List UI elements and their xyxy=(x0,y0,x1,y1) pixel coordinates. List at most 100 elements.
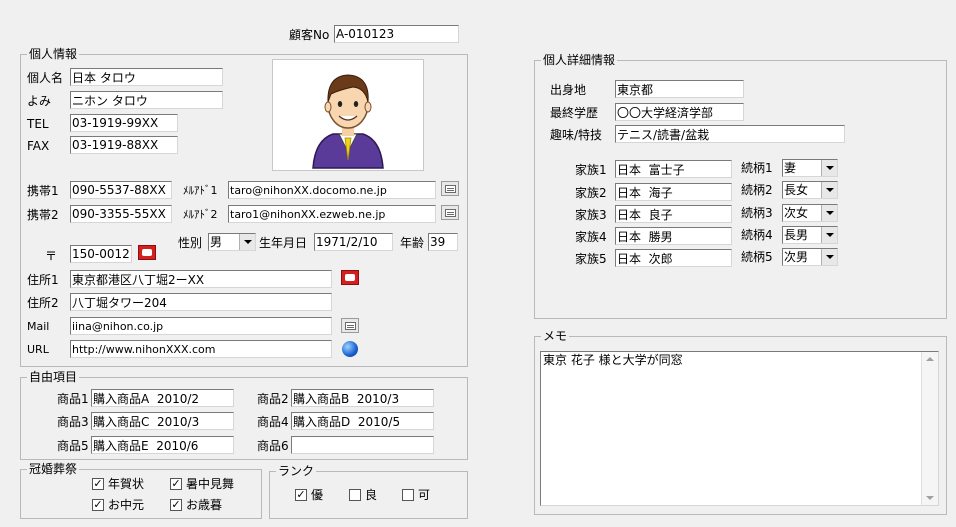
family3-field[interactable] xyxy=(615,205,732,223)
relation2-label: 続柄2 xyxy=(741,183,773,197)
customer-no-field[interactable] xyxy=(334,25,459,43)
mail1-send-button[interactable] xyxy=(441,181,459,196)
oseibo-checkbox[interactable]: ✓ お歳暮 xyxy=(170,497,222,513)
product3-field[interactable] xyxy=(91,412,234,430)
memo-textarea[interactable]: 東京 花子 様と大学が同窓 xyxy=(540,351,939,506)
rank-excellent-checkbox[interactable]: ✓ 優 xyxy=(295,487,323,503)
addr2-label: 住所2 xyxy=(27,296,59,310)
free-items-legend: 自由項目 xyxy=(29,370,78,384)
ochugen-checkbox[interactable]: ✓ お中元 xyxy=(92,497,144,513)
family2-label: 家族2 xyxy=(575,186,607,200)
product1-field[interactable] xyxy=(91,389,234,407)
url-label: URL xyxy=(27,343,49,356)
email-field[interactable] xyxy=(70,317,332,335)
shochu-mimai-checkbox[interactable]: ✓ 暑中見舞 xyxy=(170,476,234,492)
mobile1-field[interactable] xyxy=(70,181,172,199)
relation3-select[interactable]: 次女 xyxy=(782,204,838,222)
rank-legend: ランク xyxy=(278,464,315,478)
fax-label: FAX xyxy=(27,139,50,153)
zip-search-button[interactable] xyxy=(138,245,156,260)
product2-field[interactable] xyxy=(291,389,434,407)
mail1-field[interactable] xyxy=(228,181,436,199)
addr2-field[interactable] xyxy=(70,293,332,311)
addr1-label: 住所1 xyxy=(27,273,59,287)
addr1-field[interactable] xyxy=(70,270,332,288)
mail-icon xyxy=(444,208,456,217)
zip-field[interactable] xyxy=(70,245,132,263)
scroll-down-icon[interactable] xyxy=(926,496,934,500)
rank-fair-checkbox[interactable]: 可 xyxy=(402,487,430,503)
mail1-label: ﾒﾙｱﾄﾞ1 xyxy=(183,184,218,197)
product4-label: 商品4 xyxy=(257,415,289,429)
relation2-select[interactable]: 長女 xyxy=(782,181,838,199)
chevron-down-icon[interactable] xyxy=(821,160,837,176)
url-field[interactable] xyxy=(70,340,332,358)
yomi-field[interactable] xyxy=(70,91,223,109)
nengajo-checkbox[interactable]: ✓ 年賀状 xyxy=(92,476,144,492)
rank-good-checkbox[interactable]: 良 xyxy=(349,487,377,503)
chevron-down-icon[interactable] xyxy=(239,234,255,250)
mail2-send-button[interactable] xyxy=(441,205,459,220)
birth-field[interactable] xyxy=(314,233,393,251)
chevron-down-icon[interactable] xyxy=(821,205,837,221)
chevron-down-icon[interactable] xyxy=(821,249,837,265)
map-icon xyxy=(142,249,152,256)
education-field[interactable] xyxy=(615,103,744,121)
customer-no-label: 顧客No xyxy=(289,28,330,42)
family5-label: 家族5 xyxy=(575,252,607,266)
relation3-label: 続柄3 xyxy=(741,206,773,220)
zip-label: 〒 xyxy=(45,249,58,263)
mobile2-field[interactable] xyxy=(70,205,172,223)
memo-legend: メモ xyxy=(543,329,568,343)
email-send-button[interactable] xyxy=(341,318,359,333)
globe-icon[interactable] xyxy=(342,341,358,357)
family2-field[interactable] xyxy=(615,183,732,201)
mobile2-label: 携帯2 xyxy=(27,208,59,222)
gender-select[interactable]: 男 xyxy=(208,233,256,251)
product3-label: 商品3 xyxy=(57,415,89,429)
customer-photo[interactable] xyxy=(272,59,424,171)
gender-label: 性別 xyxy=(178,236,203,250)
mail-icon xyxy=(344,321,356,330)
product2-label: 商品2 xyxy=(257,392,289,406)
education-label: 最終学歴 xyxy=(550,106,599,120)
relation4-select[interactable]: 長男 xyxy=(782,226,838,244)
email-label: Mail xyxy=(27,320,50,333)
relation1-label: 続柄1 xyxy=(741,161,773,175)
relation1-select[interactable]: 妻 xyxy=(782,159,838,177)
family1-label: 家族1 xyxy=(575,163,607,177)
birthplace-field[interactable] xyxy=(615,80,744,98)
tel-field[interactable] xyxy=(70,114,178,132)
product5-field[interactable] xyxy=(91,436,234,454)
memo-scrollbar[interactable] xyxy=(921,352,938,505)
tel-label: TEL xyxy=(27,117,49,131)
relation5-label: 続柄5 xyxy=(741,250,773,264)
name-field[interactable] xyxy=(70,68,223,86)
chevron-down-icon[interactable] xyxy=(821,227,837,243)
product6-label: 商品6 xyxy=(257,439,289,453)
personal-detail-legend: 個人詳細情報 xyxy=(543,53,616,67)
scroll-up-icon[interactable] xyxy=(926,357,934,361)
relation5-select[interactable]: 次男 xyxy=(782,248,838,266)
fax-field[interactable] xyxy=(70,136,178,154)
map-icon xyxy=(345,274,355,281)
addr-map-button[interactable] xyxy=(341,270,359,285)
product4-field[interactable] xyxy=(291,412,434,430)
personal-info-legend: 個人情報 xyxy=(29,47,78,61)
family4-field[interactable] xyxy=(615,227,732,245)
age-field[interactable] xyxy=(428,233,458,251)
chevron-down-icon[interactable] xyxy=(821,182,837,198)
family4-label: 家族4 xyxy=(575,230,607,244)
product6-field[interactable] xyxy=(291,436,434,454)
mobile1-label: 携帯1 xyxy=(27,184,59,198)
hobby-label: 趣味/特技 xyxy=(550,128,603,142)
mail2-label: ﾒﾙｱﾄﾞ2 xyxy=(183,208,218,221)
mail-icon xyxy=(444,184,456,193)
mail2-field[interactable] xyxy=(228,205,436,223)
hobby-field[interactable] xyxy=(615,125,845,143)
yomi-label: よみ xyxy=(27,94,52,108)
family5-field[interactable] xyxy=(615,249,732,267)
businessman-portrait-icon xyxy=(312,74,384,169)
family1-field[interactable] xyxy=(615,160,732,178)
ceremony-legend: 冠婚葬祭 xyxy=(29,462,78,476)
